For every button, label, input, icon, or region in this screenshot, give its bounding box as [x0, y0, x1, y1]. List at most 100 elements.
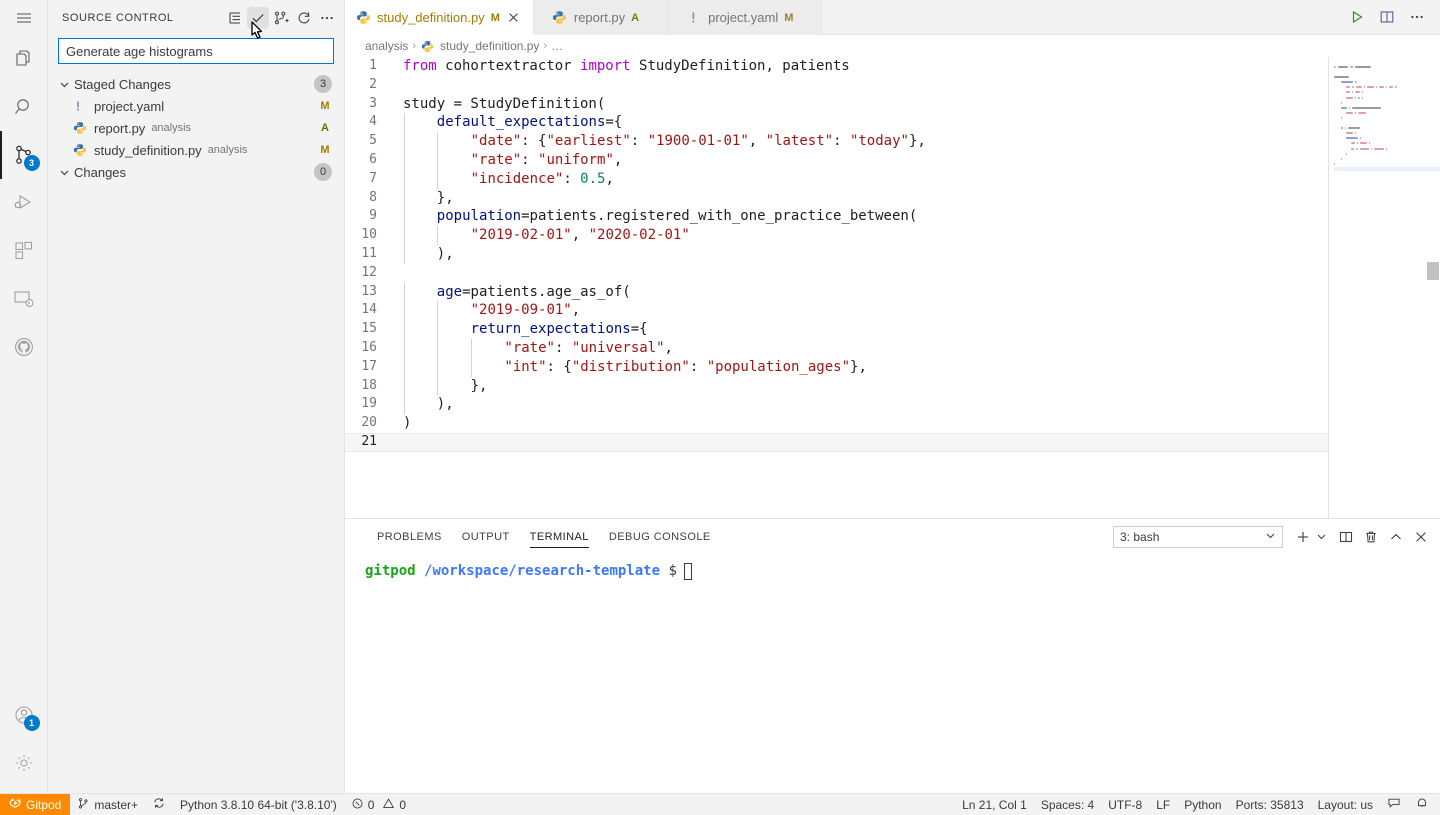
- breadcrumb-item-file[interactable]: study_definition.py: [420, 39, 539, 53]
- kill-terminal-icon[interactable]: [1360, 526, 1382, 548]
- code-line[interactable]: 21: [345, 432, 1328, 452]
- status-eol[interactable]: LF: [1149, 794, 1177, 815]
- code-line[interactable]: 4 default_expectations={: [345, 113, 1328, 133]
- status-notifications[interactable]: [1408, 794, 1436, 815]
- search-icon[interactable]: [0, 83, 48, 131]
- status-branch[interactable]: master+: [70, 794, 145, 815]
- code-line[interactable]: 19),: [345, 395, 1328, 415]
- scrollbar-thumb[interactable]: [1427, 262, 1439, 280]
- maximize-panel-icon[interactable]: [1385, 526, 1407, 548]
- code-line[interactable]: 1 from cohortextractor import StudyDefini…: [345, 57, 1328, 76]
- close-icon[interactable]: [505, 9, 523, 27]
- minimap-token: [1341, 81, 1354, 84]
- tab-project-yaml[interactable]: ! project.yaml M: [668, 0, 823, 35]
- run-python-file-icon[interactable]: [1344, 4, 1370, 30]
- line-text: ): [403, 414, 1328, 433]
- code-line[interactable]: 5 "date": {"earliest": "1900-01-01", "lat…: [345, 132, 1328, 151]
- minimap-line: [1334, 111, 1440, 115]
- remote-explorer-icon[interactable]: [0, 275, 48, 323]
- split-terminal-icon[interactable]: [1335, 526, 1357, 548]
- split-editor-icon[interactable]: [1374, 4, 1400, 30]
- new-branch-icon[interactable]: [270, 7, 292, 29]
- line-number: 19: [361, 396, 377, 412]
- activity-bar-bottom: 1: [0, 691, 48, 793]
- new-terminal-icon[interactable]: [1292, 526, 1314, 548]
- code-token: :: [563, 170, 581, 187]
- status-problems[interactable]: 0 0: [344, 794, 413, 815]
- run-debug-icon[interactable]: [0, 179, 48, 227]
- commit-message-input[interactable]: [58, 38, 334, 64]
- scm-group-staged-changes[interactable]: Staged Changes 3: [48, 73, 344, 95]
- code-line[interactable]: 12: [345, 264, 1328, 283]
- status-sync[interactable]: [145, 794, 173, 815]
- tab-study-definition-py[interactable]: study_definition.py M: [345, 0, 534, 35]
- indent-guide: [437, 338, 439, 358]
- terminal-output[interactable]: gitpod /workspace/research-template $: [345, 554, 1440, 793]
- explorer-icon[interactable]: [0, 35, 48, 83]
- more-actions-icon[interactable]: [1404, 4, 1430, 30]
- code-line[interactable]: 9 population=patients.registered_with_one…: [345, 207, 1328, 227]
- breadcrumb-item-more[interactable]: …: [551, 39, 563, 53]
- status-feedback[interactable]: [1380, 794, 1408, 815]
- code-line[interactable]: 6 "rate": "uniform",: [345, 150, 1328, 170]
- minimap-token: [1341, 157, 1343, 160]
- code-line[interactable]: 2: [345, 76, 1328, 95]
- status-cursor-position[interactable]: Ln 21, Col 1: [955, 794, 1034, 815]
- code-line[interactable]: 14 "2019-09-01",: [345, 301, 1328, 321]
- code-token: : {: [546, 358, 572, 375]
- code-line[interactable]: 15 return_expectations={: [345, 320, 1328, 339]
- code-line[interactable]: 11),: [345, 244, 1328, 264]
- menu-icon[interactable]: [0, 0, 48, 35]
- editor-vertical-scrollbar[interactable]: [1426, 57, 1440, 518]
- source-control-icon[interactable]: 3: [0, 131, 48, 179]
- code-token: ,: [613, 151, 623, 168]
- python-icon: [552, 10, 568, 26]
- line-text: },: [403, 188, 1328, 208]
- status-keyboard-layout[interactable]: Layout: us: [1311, 794, 1380, 815]
- extensions-icon[interactable]: [0, 227, 48, 275]
- scm-file-report-py[interactable]: report.py analysis A: [48, 117, 344, 139]
- tab-report-py[interactable]: report.py A: [533, 0, 669, 35]
- status-ports[interactable]: Ports: 35813: [1229, 794, 1311, 815]
- refresh-icon[interactable]: [293, 7, 315, 29]
- code-viewport[interactable]: 1 from cohortextractor import StudyDefini…: [345, 57, 1328, 518]
- scm-file-study-definition-py[interactable]: study_definition.py analysis M: [48, 139, 344, 161]
- code-line[interactable]: 16 "rate": "universal",: [345, 338, 1328, 358]
- more-actions-icon[interactable]: [316, 7, 338, 29]
- code-line[interactable]: 3 study = StudyDefinition(: [345, 95, 1328, 114]
- code-token: "population_ages": [706, 358, 851, 375]
- code-line[interactable]: 17 "int": {"distribution": "population_ag…: [345, 357, 1328, 377]
- code-line[interactable]: 7 "incidence": 0.5,: [345, 169, 1328, 189]
- accounts-icon[interactable]: 1: [0, 691, 48, 739]
- minimap[interactable]: [1328, 57, 1440, 518]
- commit-icon[interactable]: [247, 6, 269, 29]
- code-line[interactable]: 8},: [345, 188, 1328, 208]
- line-text: },: [403, 376, 1328, 396]
- gear-icon[interactable]: [0, 739, 48, 787]
- tab-debug-console[interactable]: DEBUG CONSOLE: [599, 519, 721, 554]
- status-python-version[interactable]: Python 3.8.10 64-bit ('3.8.10'): [173, 794, 344, 815]
- code-token: ={: [630, 321, 648, 338]
- tab-problems[interactable]: PROBLEMS: [367, 519, 452, 554]
- code-line[interactable]: 18},: [345, 376, 1328, 396]
- tab-output[interactable]: OUTPUT: [452, 519, 520, 554]
- code-line[interactable]: 13 age=patients.age_as_of(: [345, 282, 1328, 302]
- status-gitpod[interactable]: Gitpod: [0, 794, 71, 815]
- breadcrumb-item-analysis[interactable]: analysis: [365, 39, 408, 53]
- close-panel-icon[interactable]: [1410, 526, 1432, 548]
- code-line[interactable]: 20): [345, 414, 1328, 433]
- code-lines[interactable]: 1 from cohortextractor import StudyDefini…: [345, 57, 1328, 452]
- terminal-dropdown-icon[interactable]: [1314, 526, 1328, 548]
- scm-group-changes[interactable]: Changes 0: [48, 161, 344, 183]
- github-icon[interactable]: [0, 323, 48, 371]
- status-language-mode[interactable]: Python: [1177, 794, 1228, 815]
- scm-file-project-yaml[interactable]: ! project.yaml M: [48, 95, 344, 117]
- tab-terminal[interactable]: TERMINAL: [520, 519, 599, 554]
- terminal-selector[interactable]: 3: bash: [1113, 525, 1283, 548]
- status-indentation[interactable]: Spaces: 4: [1034, 794, 1101, 815]
- status-encoding[interactable]: UTF-8: [1101, 794, 1149, 815]
- line-number: 20: [361, 415, 377, 431]
- code-line[interactable]: 10 "2019-02-01", "2020-02-01": [345, 226, 1328, 245]
- status-gitpod-label: Gitpod: [26, 797, 62, 812]
- view-as-tree-icon[interactable]: [224, 7, 246, 29]
